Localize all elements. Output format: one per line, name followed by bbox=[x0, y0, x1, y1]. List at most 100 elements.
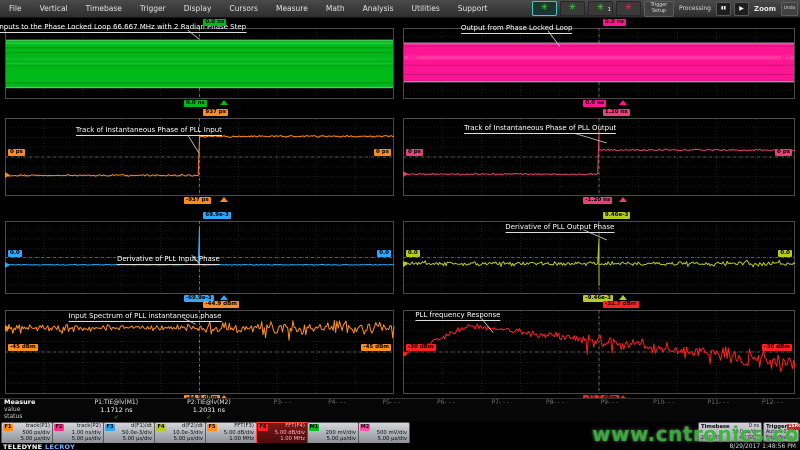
descriptor-box-F5[interactable]: F5FFT(F3)5.00 dB/div1.00 MHz bbox=[205, 422, 257, 444]
app-icon-red[interactable]: ✳ bbox=[616, 1, 641, 16]
level-readout-left-p7: -45 dBm bbox=[8, 344, 38, 351]
descriptor-box-M1[interactable]: M1 200 mV/div5.00 µs/div bbox=[307, 422, 359, 444]
level-readout-right-p6: 0.0 bbox=[778, 250, 792, 257]
measure-value bbox=[746, 407, 800, 415]
measure-label: P12- - - bbox=[746, 399, 800, 407]
trigger-position-marker-p5 bbox=[220, 295, 228, 300]
level-readout-right-p8: -30 dBm bbox=[762, 344, 792, 351]
scope-panel-p4[interactable]: Track of Instantaneous Phase of PLL Outp… bbox=[403, 118, 795, 196]
menu-item-math[interactable]: Math bbox=[317, 0, 354, 17]
app-icon-green-1[interactable]: ✳ bbox=[532, 1, 557, 16]
menu-item-utilities[interactable]: Utilities bbox=[403, 0, 449, 17]
menu-item-analysis[interactable]: Analysis bbox=[354, 0, 403, 17]
measure-status bbox=[746, 415, 800, 422]
scope-panel-p3[interactable]: Track of Instantaneous Phase of PLL Inpu… bbox=[5, 118, 394, 196]
cursor-readout-top-p2: 0.0 ns bbox=[603, 19, 626, 26]
measure-status: ✓ bbox=[70, 415, 163, 422]
trigger-setup-button[interactable]: Trigger Setup bbox=[644, 1, 674, 17]
level-readout-left-p4: 0 ps bbox=[406, 149, 423, 156]
descriptor-box-M2[interactable]: M2 500 mV/div5.00 µs/div bbox=[358, 422, 410, 444]
menu-item-display[interactable]: Display bbox=[175, 0, 221, 17]
measure-column-P3[interactable]: P3- - - bbox=[255, 399, 309, 422]
descriptor-box-F4[interactable]: F4d(F2)/dt10.0e-3/div5.00 µs/div bbox=[154, 422, 206, 444]
menu-item-trigger[interactable]: Trigger bbox=[131, 0, 175, 17]
descriptor-box-F3[interactable]: F3d(F1)/dt50.0e-3/div5.00 µs/div bbox=[103, 422, 155, 444]
cursor-readout-top-p6: 9.46e-3 bbox=[603, 212, 630, 219]
trigger-position-marker-p4 bbox=[619, 197, 627, 202]
measure-row-label: Measure bbox=[4, 399, 70, 406]
measure-column-P6[interactable]: P6- - - bbox=[419, 399, 473, 422]
menu-item-vertical[interactable]: Vertical bbox=[31, 0, 77, 17]
scope-panel-p5[interactable]: Derivative of PLL Input Phase69.9e-3-69.… bbox=[5, 221, 394, 294]
measure-column-P10[interactable]: P10- - - bbox=[637, 399, 691, 422]
level-readout-left-p3: 0 ps bbox=[8, 149, 25, 156]
pause-button[interactable]: ▮▮ bbox=[716, 2, 731, 16]
waveform-callout-p8: PLL frequency Response bbox=[415, 311, 500, 321]
measure-column-P1[interactable]: P1:TIE@lv(M1)1.1712 ns✓ bbox=[70, 399, 163, 422]
descriptor-box-F1[interactable]: F1track(P1)500 ps/div5.00 µs/div bbox=[1, 422, 53, 444]
app-icon-green-3[interactable]: ✳1 bbox=[588, 1, 613, 16]
scope-panel-p8[interactable]: PLL frequency Response-32.7 dBm-32.7 dBm… bbox=[403, 310, 795, 394]
scope-panel-p1[interactable]: Inputs to the Phase Locked Loop 66.667 M… bbox=[5, 28, 394, 99]
measure-column-P5[interactable]: P5- - - bbox=[364, 399, 418, 422]
undo-button[interactable]: Undo bbox=[781, 2, 798, 16]
measure-column-P9[interactable]: P9- - - bbox=[582, 399, 636, 422]
measure-column-P2[interactable]: P2:TIE@lv(M2)1.2031 ns✓ bbox=[163, 399, 256, 422]
cursor-readout-bottom-p2: 0.0 ns bbox=[583, 100, 606, 107]
descriptor-lines: FFT(F3)5.00 dB/div1.00 MHz bbox=[218, 423, 254, 443]
trigger-position-marker-p3 bbox=[220, 197, 228, 202]
grid-p7[interactable] bbox=[5, 310, 394, 394]
measure-value bbox=[473, 407, 527, 415]
measure-status bbox=[637, 415, 691, 422]
watermark-text: www.cntronics.com bbox=[592, 422, 800, 446]
measure-label: P4- - - bbox=[310, 399, 364, 407]
measure-status bbox=[419, 415, 473, 422]
menu-item-file[interactable]: File bbox=[0, 0, 31, 17]
descriptor-line: 5.00 µs/div bbox=[116, 436, 152, 443]
zero-level-indicator-F3 bbox=[5, 262, 10, 268]
descriptor-line: 1.00 MHz bbox=[269, 436, 305, 443]
zero-level-indicator-F5 bbox=[5, 325, 10, 331]
measure-column-P7[interactable]: P7- - - bbox=[473, 399, 527, 422]
measure-column-P11[interactable]: P11- - - bbox=[691, 399, 745, 422]
descriptor-lines: d(F1)/dt50.0e-3/div5.00 µs/div bbox=[116, 423, 152, 443]
waveform-trace-F4 bbox=[403, 239, 795, 286]
measure-column-P12[interactable]: P12- - - bbox=[746, 399, 800, 422]
scope-panel-p7[interactable]: Input Spectrum of PLL instantaneous phas… bbox=[5, 310, 394, 394]
measure-status bbox=[310, 415, 364, 422]
measure-label: P7- - - bbox=[473, 399, 527, 407]
trigger-position-marker-p6 bbox=[619, 295, 627, 300]
waveform-callout-p7: Input Spectrum of PLL instantaneous phas… bbox=[69, 312, 222, 322]
measure-column-P4[interactable]: P4- - - bbox=[310, 399, 364, 422]
brand-logo: TELEDYNE LECROY bbox=[3, 443, 75, 450]
grid-p8[interactable] bbox=[403, 310, 795, 394]
measure-column-P8[interactable]: P8- - - bbox=[528, 399, 582, 422]
app-icon-green-3-badge: 1 bbox=[608, 4, 611, 16]
app-icon-green-2[interactable]: ✳ bbox=[560, 1, 585, 16]
waveform-callout-p5: Derivative of PLL Input Phase bbox=[117, 255, 220, 265]
play-button[interactable]: ▶ bbox=[734, 2, 749, 16]
cursor-readout-bottom-p1: 0.0 ns bbox=[184, 100, 207, 107]
scope-panel-p2[interactable]: Output from Phase Locked Loop0.0 ns0.0 n… bbox=[403, 28, 795, 99]
measure-status: ✓ bbox=[163, 415, 256, 422]
zero-level-indicator-F2 bbox=[403, 171, 408, 177]
descriptor-box-F2[interactable]: F2track(P2)1.00 ns/div5.00 µs/div bbox=[52, 422, 104, 444]
menu-item-timebase[interactable]: Timebase bbox=[77, 0, 131, 17]
measure-label: P6- - - bbox=[419, 399, 473, 407]
grid-p1[interactable] bbox=[5, 28, 394, 99]
grid-p2[interactable] bbox=[403, 28, 795, 99]
measure-row-label: status bbox=[4, 413, 70, 420]
trigger-position-marker-p2 bbox=[619, 100, 627, 105]
cursor-readout-top-p1: 0.0 ns bbox=[203, 19, 226, 26]
scope-panel-p6[interactable]: Derivative of PLL Output Phase9.46e-3-9.… bbox=[403, 221, 795, 294]
menu-item-measure[interactable]: Measure bbox=[267, 0, 317, 17]
trace-badge-F2: F2 bbox=[54, 424, 64, 431]
menu-item-cursors[interactable]: Cursors bbox=[220, 0, 267, 17]
menu-item-support[interactable]: Support bbox=[449, 0, 497, 17]
descriptor-line: 5.00 µs/div bbox=[65, 436, 101, 443]
toolbar: ✳✳✳1✳ Trigger Setup Processing ▮▮ ▶ Zoom… bbox=[532, 1, 798, 16]
descriptor-box-F6[interactable]: F6FFT(F4)5.00 dB/div1.00 MHz bbox=[256, 422, 308, 444]
cursor-readout-top-p8: -32.7 dBm bbox=[603, 301, 639, 308]
trigger-position-marker-p1 bbox=[220, 100, 228, 105]
descriptor-lines: 500 mV/div5.00 µs/div bbox=[371, 423, 407, 443]
